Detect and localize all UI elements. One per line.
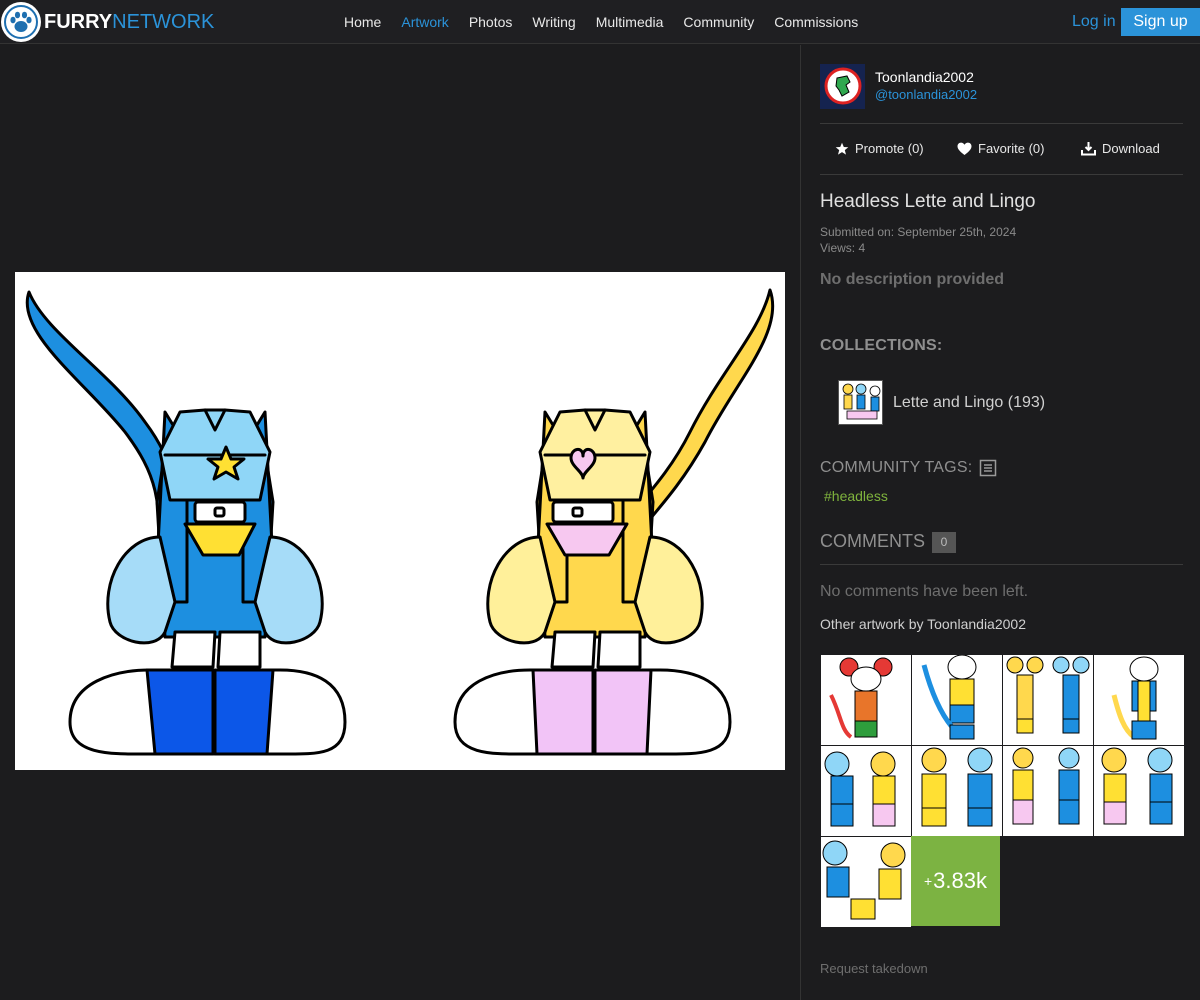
star-icon [835, 142, 849, 155]
nav-artwork[interactable]: Artwork [391, 14, 458, 30]
action-bar: Promote (0) Favorite (0) Download [820, 123, 1183, 175]
artwork-image[interactable] [15, 272, 785, 770]
download-icon [1081, 142, 1096, 156]
thumbnail[interactable] [821, 655, 911, 745]
thumbnail[interactable] [1094, 746, 1184, 836]
download-button[interactable]: Download [1081, 141, 1160, 156]
main-nav: Home Artwork Photos Writing Multimedia C… [334, 0, 868, 44]
comment-count-badge: 0 [932, 532, 956, 553]
collection-item[interactable]: Lette and Lingo (193) [838, 380, 1045, 425]
more-artwork-tile[interactable]: +3.83k [911, 836, 1000, 926]
request-takedown-link[interactable]: Request takedown [820, 961, 928, 976]
heart-icon [957, 142, 972, 155]
thumbnail[interactable] [1003, 655, 1093, 745]
nav-home[interactable]: Home [334, 14, 391, 30]
thumbnail[interactable] [912, 746, 1002, 836]
artwork-description: No description provided [820, 271, 1005, 288]
artwork-title: Headless Lette and Lingo [820, 191, 1036, 212]
favorite-button[interactable]: Favorite (0) [957, 141, 1044, 156]
thumbnail[interactable] [1094, 655, 1184, 745]
thumbnail[interactable] [1003, 746, 1093, 836]
nav-commissions[interactable]: Commissions [764, 14, 868, 30]
artwork-sidebar: Toonlandia2002 @toonlandia2002 Promote (… [800, 45, 1200, 1000]
paw-logo-icon [1, 2, 41, 42]
author-avatar[interactable] [820, 63, 865, 109]
nav-writing[interactable]: Writing [522, 14, 585, 30]
artwork-illustration [25, 288, 775, 756]
collections-heading: COLLECTIONS: [820, 337, 943, 354]
other-artwork-heading: Other artwork by Toonlandia2002 [820, 616, 1026, 632]
community-tags-heading: COMMUNITY TAGS: [820, 459, 997, 477]
no-comments-text: No comments have been left. [820, 583, 1029, 600]
author-name[interactable]: Toonlandia2002 [875, 69, 977, 86]
view-count: Views: 4 [820, 241, 866, 255]
thumbnail[interactable] [821, 746, 911, 836]
signup-button[interactable]: Sign up [1121, 8, 1200, 36]
other-artwork-grid: +3.83k [820, 654, 1184, 927]
promote-button[interactable]: Promote (0) [835, 141, 924, 156]
author-handle[interactable]: @toonlandia2002 [875, 86, 977, 103]
login-link[interactable]: Log in [1062, 8, 1126, 36]
top-navbar: FURRYNETWORK Home Artwork Photos Writing… [0, 0, 1200, 44]
author-card[interactable]: Toonlandia2002 @toonlandia2002 [820, 63, 977, 109]
site-logo[interactable]: FURRYNETWORK [0, 0, 214, 44]
comments-heading: COMMENTS [820, 531, 925, 551]
thumbnail[interactable] [821, 837, 911, 927]
submitted-date: Submitted on: September 25th, 2024 [820, 225, 1017, 239]
nav-photos[interactable]: Photos [459, 14, 523, 30]
tag-list-icon[interactable] [979, 459, 997, 477]
nav-multimedia[interactable]: Multimedia [586, 14, 674, 30]
collection-label[interactable]: Lette and Lingo (193) [893, 394, 1045, 412]
comments-header: COMMENTS 0 [820, 531, 1183, 565]
site-wordmark: FURRYNETWORK [44, 10, 215, 33]
tag-headless[interactable]: #headless [824, 488, 888, 504]
collection-thumbnail[interactable] [838, 380, 883, 425]
thumbnail[interactable] [912, 655, 1002, 745]
nav-community[interactable]: Community [673, 14, 764, 30]
